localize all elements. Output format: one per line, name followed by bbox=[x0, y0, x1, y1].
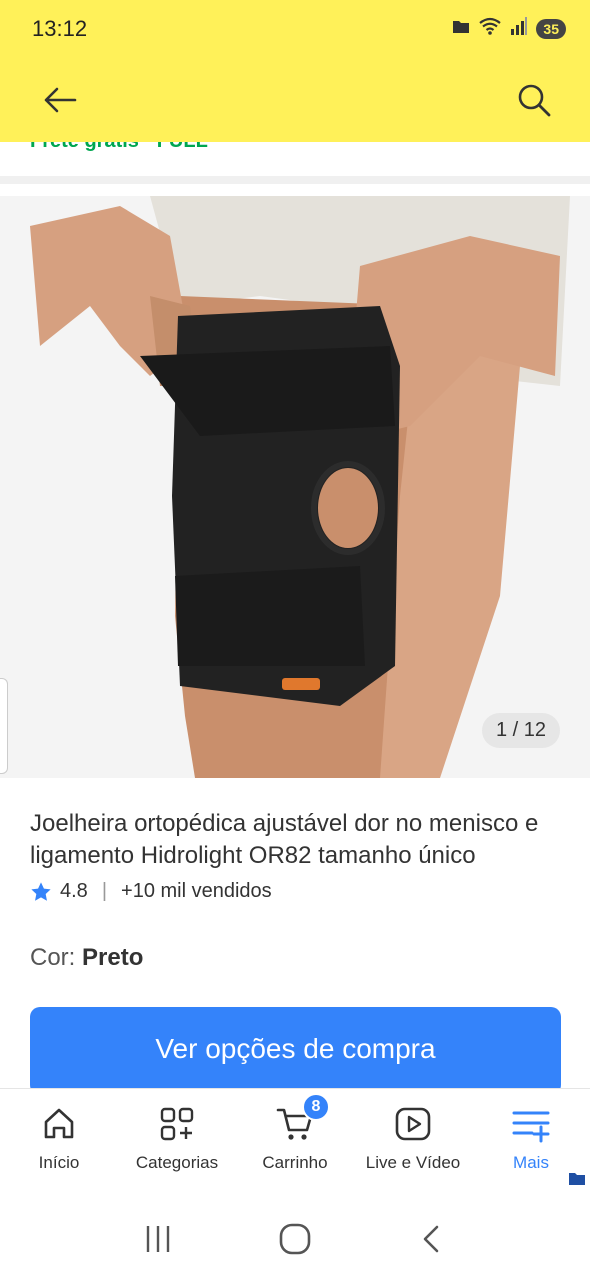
nav-item-inicio[interactable]: Início bbox=[0, 1089, 118, 1198]
home-circle-icon[interactable] bbox=[278, 1222, 312, 1256]
wifi-icon bbox=[478, 16, 502, 41]
back-button[interactable] bbox=[38, 78, 82, 122]
play-video-icon bbox=[395, 1107, 431, 1141]
product-title: Joelheira ortopédica ajustável dor no me… bbox=[30, 810, 539, 869]
nav-label: Carrinho bbox=[262, 1153, 328, 1172]
menu-plus-icon bbox=[512, 1111, 550, 1143]
arrow-left-icon bbox=[44, 87, 77, 113]
shipping-peek: Frete grátis · FULL bbox=[0, 130, 590, 184]
home-icon bbox=[44, 1108, 74, 1139]
nav-label: Live e Vídeo bbox=[365, 1153, 461, 1172]
nav-item-live-video[interactable]: Live e Vídeo bbox=[354, 1089, 472, 1198]
system-navigation bbox=[0, 1198, 590, 1280]
rating-value: 4.8 bbox=[60, 880, 88, 902]
status-time: 13:12 bbox=[32, 16, 88, 41]
rating-row[interactable]: 4.8 | +10 mil vendidos bbox=[30, 880, 272, 903]
nav-item-categorias[interactable]: Categorias bbox=[118, 1089, 236, 1198]
sold-count: +10 mil vendidos bbox=[121, 880, 272, 902]
side-handle[interactable] bbox=[0, 678, 8, 774]
recent-apps-icon[interactable] bbox=[143, 1224, 173, 1254]
battery-indicator: 35 bbox=[536, 18, 566, 39]
product-image bbox=[0, 196, 590, 778]
color-value: Preto bbox=[82, 944, 144, 971]
back-chevron-icon[interactable] bbox=[417, 1224, 447, 1254]
bottom-navigation: Início Categorias 8 Carrinho Live e Víde… bbox=[0, 1088, 590, 1198]
folder-icon bbox=[452, 18, 470, 39]
purchase-options-label: Ver opções de compra bbox=[155, 1033, 436, 1064]
image-counter: 1 / 12 bbox=[481, 713, 560, 748]
nav-label: Mais bbox=[513, 1153, 549, 1172]
star-icon bbox=[31, 881, 51, 901]
color-selection: Cor: Preto bbox=[30, 944, 143, 972]
status-icons: 35 bbox=[452, 16, 566, 41]
rating-separator: | bbox=[101, 880, 108, 902]
product-gallery[interactable]: 1 / 12 bbox=[0, 196, 590, 778]
nav-label: Início bbox=[38, 1153, 80, 1172]
signal-icon bbox=[510, 17, 528, 40]
categories-icon bbox=[160, 1107, 194, 1141]
folder-icon bbox=[569, 1173, 585, 1185]
search-icon bbox=[518, 84, 551, 117]
app-header: 13:12 35 bbox=[0, 0, 590, 142]
nav-item-carrinho[interactable]: 8 Carrinho bbox=[236, 1089, 354, 1198]
search-button[interactable] bbox=[512, 78, 556, 122]
purchase-options-button[interactable]: Ver opções de compra bbox=[30, 1007, 561, 1095]
cart-badge: 8 bbox=[302, 1093, 330, 1121]
color-label: Cor: bbox=[30, 944, 76, 971]
nav-label: Categorias bbox=[135, 1153, 219, 1172]
